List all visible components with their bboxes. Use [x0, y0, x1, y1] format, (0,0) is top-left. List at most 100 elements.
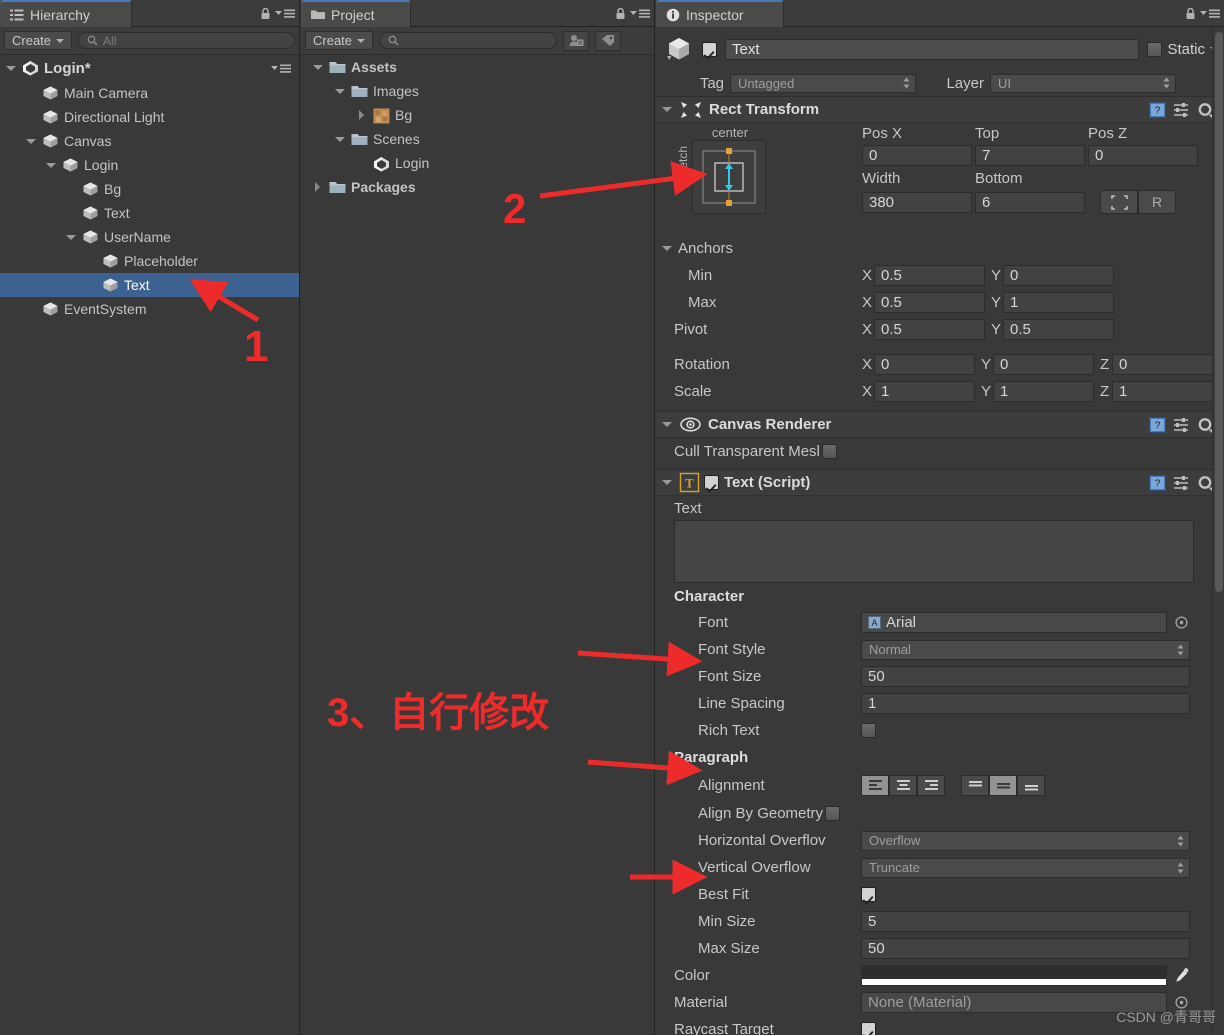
project-search-input[interactable]: [379, 32, 558, 49]
tab-hierarchy[interactable]: Hierarchy: [0, 0, 132, 27]
font-object-picker-icon[interactable]: [1175, 616, 1188, 629]
font-object-field[interactable]: A Arial: [861, 612, 1167, 633]
chevron-down-icon[interactable]: [662, 104, 673, 115]
text-content-textarea[interactable]: [674, 520, 1194, 583]
scale-x-input[interactable]: 1: [874, 381, 975, 402]
best-fit-checkbox[interactable]: [861, 887, 876, 902]
chevron-down-icon[interactable]: [662, 419, 673, 430]
align-bottom-button[interactable]: [1017, 774, 1045, 796]
anchor-preset-preview[interactable]: [692, 140, 766, 214]
font-size-input[interactable]: 50: [861, 666, 1190, 687]
canvas-renderer-header[interactable]: Canvas Renderer ?: [656, 411, 1224, 438]
preset-icon[interactable]: [1173, 102, 1190, 117]
gameobject-name-input[interactable]: Text: [725, 38, 1140, 60]
chevron-right-icon[interactable]: [313, 181, 324, 193]
pivot-y-input[interactable]: 0.5: [1003, 319, 1114, 340]
chevron-down-icon[interactable]: [46, 160, 57, 171]
top-input[interactable]: 7: [975, 145, 1085, 166]
tag-dropdown[interactable]: Untagged: [730, 73, 916, 93]
help-icon[interactable]: ?: [1149, 416, 1166, 433]
hierarchy-item-canvas[interactable]: Canvas: [0, 129, 299, 153]
chevron-down-icon[interactable]: [66, 232, 77, 243]
search-by-type-button[interactable]: [563, 30, 590, 51]
scene-menu-icon[interactable]: [271, 63, 299, 74]
raycast-target-checkbox[interactable]: [861, 1022, 876, 1035]
inspector-scrollbar-thumb[interactable]: [1215, 32, 1223, 592]
chevron-down-icon[interactable]: [662, 477, 673, 488]
align-center-button[interactable]: [889, 774, 917, 796]
project-create-button[interactable]: Create: [305, 31, 374, 50]
project-menu-icon[interactable]: [630, 8, 650, 19]
project-item-scenes[interactable]: Scenes: [301, 127, 654, 151]
project-item-assets[interactable]: Assets: [301, 55, 654, 79]
tab-project[interactable]: Project: [301, 0, 411, 27]
rich-text-checkbox[interactable]: [861, 723, 876, 738]
lock-icon[interactable]: [260, 7, 271, 20]
font-style-dropdown[interactable]: Normal: [861, 639, 1190, 660]
vertical-overflow-dropdown[interactable]: Truncate: [861, 857, 1190, 878]
min-size-input[interactable]: 5: [861, 911, 1190, 932]
rotation-z-input[interactable]: 0: [1112, 354, 1213, 375]
blueprint-mode-button[interactable]: [1100, 190, 1138, 214]
pivot-x-input[interactable]: 0.5: [874, 319, 985, 340]
anchor-min-x-input[interactable]: 0.5: [874, 265, 985, 286]
scale-z-input[interactable]: 1: [1112, 381, 1213, 402]
project-item-login[interactable]: Login: [301, 151, 654, 175]
search-by-label-button[interactable]: [595, 30, 622, 51]
chevron-down-icon[interactable]: [26, 136, 37, 147]
preset-icon[interactable]: [1173, 475, 1190, 490]
anchor-max-y-input[interactable]: 1: [1003, 292, 1114, 313]
pos-z-input[interactable]: 0: [1088, 145, 1198, 166]
alignment-vertical-group[interactable]: [961, 774, 1045, 796]
align-middle-button[interactable]: [989, 774, 1017, 796]
chevron-down-icon[interactable]: [313, 62, 324, 73]
anchor-preset-block[interactable]: center stretch: [676, 125, 770, 214]
chevron-down-icon[interactable]: [6, 63, 17, 74]
anchor-min-y-input[interactable]: 0: [1003, 265, 1114, 286]
text-script-header[interactable]: T Text (Script) ?: [656, 469, 1224, 496]
tab-inspector[interactable]: Inspector: [656, 0, 784, 27]
eyedropper-icon[interactable]: [1174, 967, 1191, 984]
project-item-bg[interactable]: Bg: [301, 103, 654, 127]
align-right-button[interactable]: [917, 774, 945, 796]
hierarchy-item-bg[interactable]: Bg: [0, 177, 299, 201]
cull-transparent-mesh-checkbox[interactable]: [821, 444, 837, 459]
color-swatch-field[interactable]: [861, 965, 1167, 986]
hierarchy-menu-icon[interactable]: [275, 8, 295, 19]
pos-x-input[interactable]: 0: [862, 145, 972, 166]
chevron-down-icon[interactable]: [335, 134, 346, 145]
lock-icon[interactable]: [1185, 7, 1196, 20]
width-input[interactable]: 380: [862, 191, 972, 213]
lock-icon[interactable]: [615, 7, 626, 20]
rotation-y-input[interactable]: 0: [993, 354, 1094, 375]
chevron-down-icon[interactable]: [662, 243, 673, 254]
rect-transform-header[interactable]: Rect Transform ?: [656, 96, 1224, 123]
layer-dropdown[interactable]: UI: [990, 73, 1176, 93]
hierarchy-search-input[interactable]: All: [78, 32, 295, 49]
hierarchy-item-directional-light[interactable]: Directional Light: [0, 105, 299, 129]
project-item-images[interactable]: Images: [301, 79, 654, 103]
static-toggle[interactable]: Static: [1147, 41, 1218, 58]
hierarchy-item-login[interactable]: Login: [0, 153, 299, 177]
hierarchy-item-username[interactable]: UserName: [0, 225, 299, 249]
chevron-right-icon[interactable]: [357, 109, 368, 121]
scale-y-input[interactable]: 1: [993, 381, 1094, 402]
chevron-down-icon[interactable]: [335, 86, 346, 97]
gameobject-enabled-checkbox[interactable]: [702, 41, 717, 57]
align-top-button[interactable]: [961, 774, 989, 796]
text-script-enabled-checkbox[interactable]: [704, 475, 719, 490]
hierarchy-item-main-camera[interactable]: Main Camera: [0, 81, 299, 105]
hierarchy-item-placeholder[interactable]: Placeholder: [0, 249, 299, 273]
hierarchy-create-button[interactable]: Create: [4, 31, 73, 50]
hierarchy-item-eventsystem[interactable]: EventSystem: [0, 297, 299, 321]
anchors-foldout[interactable]: Anchors: [656, 235, 1224, 262]
max-size-input[interactable]: 50: [861, 938, 1190, 959]
hierarchy-scene-row[interactable]: Login*: [0, 55, 299, 81]
align-left-button[interactable]: [861, 774, 889, 796]
inspector-scrollbar[interactable]: [1212, 28, 1224, 1035]
rotation-x-input[interactable]: 0: [874, 354, 975, 375]
alignment-horizontal-group[interactable]: [861, 774, 945, 796]
help-icon[interactable]: ?: [1149, 101, 1166, 118]
line-spacing-input[interactable]: 1: [861, 693, 1190, 714]
project-item-packages[interactable]: Packages: [301, 175, 654, 199]
